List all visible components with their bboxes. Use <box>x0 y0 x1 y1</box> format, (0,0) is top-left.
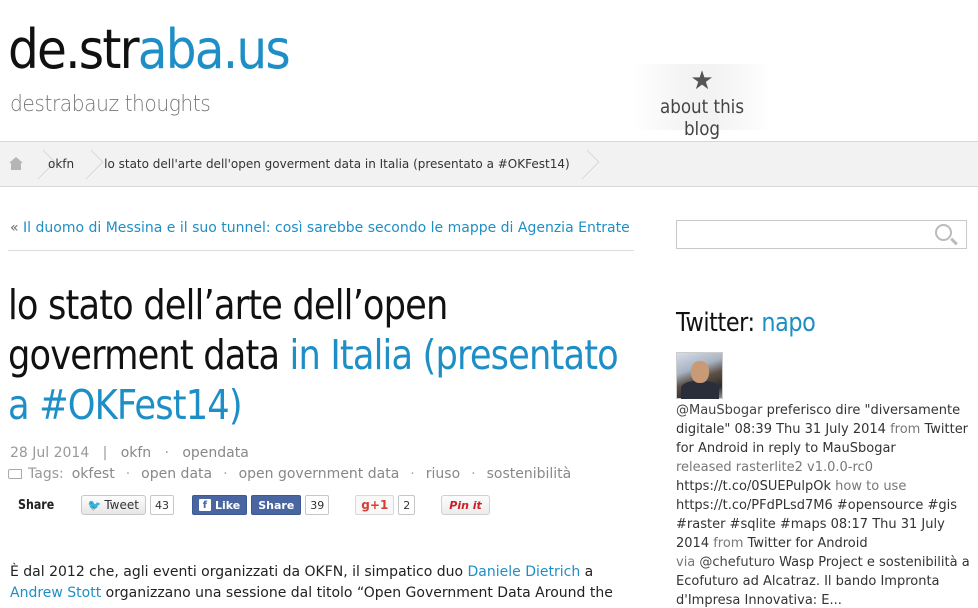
previous-arrow: « <box>10 220 19 236</box>
pin-label: Pin it <box>449 498 482 512</box>
breadcrumb-separator <box>576 142 590 186</box>
tweet-reply[interactable]: in reply to MauSbogar <box>752 441 895 456</box>
author-link[interactable]: Daniele Dietrich <box>468 564 581 580</box>
body-text: organizzano una sessione dal titolo “Ope… <box>101 585 613 601</box>
tweet-text: released rasterlite2 v1.0.0-rc0 <box>676 460 873 475</box>
tags-label: Tags: <box>28 466 64 482</box>
site-title[interactable]: de.straba.us <box>8 18 291 82</box>
google-plus-count: 2 <box>398 495 416 515</box>
site-tagline: destrabauz thoughts <box>10 92 211 117</box>
previous-post-link[interactable]: « Il duomo di Messina e il suo tunnel: c… <box>10 220 630 236</box>
author-link[interactable]: Andrew Stott <box>10 585 101 601</box>
facebook-count: 39 <box>305 495 330 515</box>
home-icon <box>9 157 23 171</box>
category-link-opendata[interactable]: opendata <box>182 445 248 461</box>
tweet-via: via <box>676 555 696 570</box>
post-body: È dal 2012 che, agli eventi organizzati … <box>10 562 630 604</box>
previous-post-title: Il duomo di Messina e il suo tunnel: cos… <box>23 220 630 236</box>
about-blog-label: about this blog <box>659 96 745 140</box>
fb-share-label: Share <box>258 498 295 512</box>
twitter-heading-label: Twitter: <box>676 308 755 338</box>
tag-icon <box>8 469 22 479</box>
category-link-okfn[interactable]: okfn <box>121 445 151 461</box>
divider <box>8 250 634 251</box>
tweet-button[interactable]: 🐦 Tweet <box>80 495 146 515</box>
breadcrumb-separator <box>32 142 46 186</box>
tweet-text: how to use <box>831 479 907 494</box>
pinterest-button[interactable]: Pin it <box>441 495 490 515</box>
breadcrumb: okfn lo stato dell'arte dell'open goverm… <box>0 141 978 187</box>
like-label: Like <box>214 498 241 512</box>
tweet-list: @MauSbogar preferisco dire "diversamente… <box>676 401 972 608</box>
tag-link[interactable]: okfest <box>72 466 115 482</box>
tag-link[interactable]: open data <box>141 466 212 482</box>
facebook-icon: f <box>198 499 211 511</box>
meta-separator: | <box>102 445 108 461</box>
tweet-link[interactable]: https://t.co/0SUEPulpOk <box>676 479 831 494</box>
site-title-part2: aba.us <box>137 18 291 81</box>
tweet-item: @MauSbogar preferisco dire "diversamente… <box>676 401 972 458</box>
twitter-bird-icon: 🐦 <box>87 498 102 512</box>
body-text: È dal 2012 che, agli eventi organizzati … <box>10 564 468 580</box>
tweet-user-link[interactable]: @chefuturo <box>695 555 775 570</box>
site-title-part1: de.str <box>8 18 140 81</box>
tweet-from: from <box>713 536 744 551</box>
star-icon: ★ <box>690 66 714 96</box>
breadcrumb-item-current: lo stato dell'arte dell'open goverment d… <box>104 157 570 171</box>
tweet-client: Twitter for Android <box>743 536 868 551</box>
avatar[interactable] <box>676 352 723 399</box>
tweet-label: Tweet <box>104 498 139 512</box>
post-title: lo stato dell’arte dell’open goverment d… <box>8 280 636 430</box>
twitter-username-link[interactable]: napo <box>761 308 815 338</box>
tag-link[interactable]: riuso <box>426 466 460 482</box>
post-tags: Tags: okfest · open data · open government… <box>8 466 572 482</box>
facebook-like-button[interactable]: f Like <box>191 495 248 515</box>
gplus-label: g+1 <box>361 498 389 512</box>
body-text: a <box>580 564 594 580</box>
post-meta: 28 Jul 2014 | okfn · opendata <box>10 445 249 461</box>
tweet-item: via @chefuturo Wasp Project e sostenibil… <box>676 553 972 608</box>
tweet-count: 43 <box>149 495 174 515</box>
search-icon[interactable] <box>935 224 958 246</box>
tweet-item: https://t.co/0SUEPulpOk how to use https… <box>676 477 972 553</box>
tag-link[interactable]: sostenibilità <box>487 466 572 482</box>
about-blog-button[interactable]: ★ about this blog <box>632 64 772 140</box>
share-label: Share <box>18 497 55 513</box>
tweet-user-link[interactable]: @MauSbogar <box>676 403 762 418</box>
post-date: 28 Jul 2014 <box>10 445 90 461</box>
search-input[interactable] <box>676 220 967 249</box>
tweet-from: from <box>890 422 921 437</box>
tweet-item: released rasterlite2 v1.0.0-rc0 <box>676 458 972 477</box>
twitter-widget-heading: Twitter: napo <box>676 308 816 338</box>
facebook-share-button[interactable]: Share <box>251 495 302 515</box>
breadcrumb-separator <box>80 142 94 186</box>
share-bar: Share 🐦 Tweet 43 f Like Share 39 g+1 2 Pin… <box>18 494 490 516</box>
tag-link[interactable]: open government data <box>239 466 400 482</box>
google-plus-button[interactable]: g+1 <box>355 495 395 515</box>
